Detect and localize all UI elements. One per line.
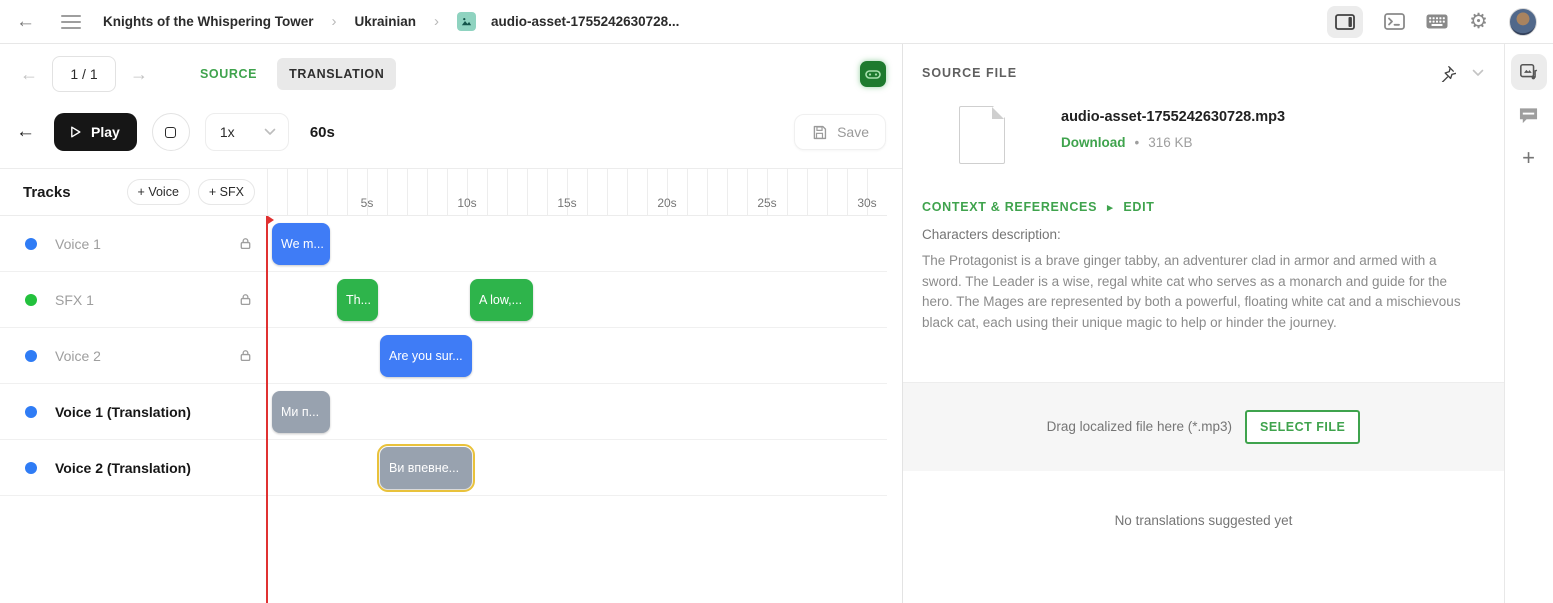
ruler-tick-label: 10s bbox=[457, 196, 476, 210]
panel-title: SOURCE FILE bbox=[922, 66, 1017, 80]
timeline-editor: ← 1 / 1 → SOURCE TRANSLATION ← Play 1x 6… bbox=[0, 44, 903, 603]
prev-page-icon[interactable]: ← bbox=[16, 64, 42, 85]
right-rail: + bbox=[1505, 44, 1552, 603]
ruler-tick-label: 20s bbox=[657, 196, 676, 210]
add-voice-button[interactable]: + Voice bbox=[127, 179, 190, 205]
plugin-icon[interactable] bbox=[860, 61, 886, 87]
hamburger-menu-icon[interactable] bbox=[61, 15, 81, 29]
tab-source[interactable]: SOURCE bbox=[190, 58, 267, 90]
user-avatar[interactable] bbox=[1509, 8, 1537, 36]
back-icon[interactable]: ← bbox=[16, 11, 35, 33]
editor-toolbar: ← 1 / 1 → SOURCE TRANSLATION bbox=[0, 44, 902, 96]
track-color-dot bbox=[25, 406, 37, 418]
breadcrumb-project[interactable]: Knights of the Whispering Tower bbox=[103, 14, 314, 29]
stop-icon bbox=[165, 127, 176, 138]
timeline-clip[interactable]: Th... bbox=[337, 279, 378, 321]
track-color-dot bbox=[25, 350, 37, 362]
track-name: Voice 2 bbox=[55, 348, 101, 364]
lock-icon[interactable] bbox=[238, 348, 253, 363]
settings-gear-icon[interactable]: ⚙ bbox=[1469, 11, 1488, 32]
exit-editor-icon[interactable]: ← bbox=[16, 121, 35, 143]
save-button[interactable]: Save bbox=[794, 114, 886, 150]
page-indicator-value: 1 / 1 bbox=[70, 66, 97, 82]
context-references-link[interactable]: CONTEXT & REFERENCES bbox=[922, 200, 1097, 214]
play-button[interactable]: Play bbox=[54, 113, 137, 151]
stop-button[interactable] bbox=[152, 113, 190, 151]
timeline-clip[interactable]: Ми п... bbox=[272, 391, 330, 433]
collapse-chevron-icon[interactable] bbox=[1472, 69, 1484, 77]
panel-toggle-icon[interactable] bbox=[1327, 6, 1363, 38]
save-button-label: Save bbox=[837, 124, 869, 140]
chevron-down-icon bbox=[264, 128, 276, 136]
tracks-area: Tracks + Voice + SFX 5s 10s 15s 20s 25s 30s V… bbox=[0, 168, 902, 603]
play-icon bbox=[67, 124, 83, 140]
track-name: Voice 2 (Translation) bbox=[55, 460, 191, 476]
playback-speed-value: 1x bbox=[220, 124, 235, 140]
clips-layer: We m...Th... A low,... Are you sur... Ми п.… bbox=[267, 216, 887, 603]
characters-description-text: The Protagonist is a brave ginger tabby,… bbox=[903, 242, 1504, 334]
timeline-clip[interactable]: A low,... bbox=[470, 279, 533, 321]
source-file-card: audio-asset-1755242630728.mp3 Download •… bbox=[903, 88, 1504, 172]
file-name: audio-asset-1755242630728.mp3 bbox=[1061, 109, 1285, 125]
track-color-dot bbox=[25, 294, 37, 306]
breadcrumb-separator: › bbox=[332, 13, 337, 30]
topbar: ← Knights of the Whispering Tower › Ukra… bbox=[0, 0, 1553, 44]
save-icon bbox=[811, 124, 828, 141]
total-duration: 60s bbox=[310, 124, 335, 141]
tracks-title: Tracks bbox=[23, 184, 71, 201]
breadcrumb-separator: › bbox=[434, 13, 439, 30]
next-page-icon[interactable]: → bbox=[126, 64, 152, 85]
track-color-dot bbox=[25, 238, 37, 250]
edit-link[interactable]: EDIT bbox=[1123, 200, 1154, 214]
tab-translation[interactable]: TRANSLATION bbox=[277, 58, 396, 90]
select-file-button[interactable]: SELECT FILE bbox=[1245, 410, 1360, 444]
media-panel-icon[interactable] bbox=[1511, 54, 1547, 90]
ruler-tick-label: 15s bbox=[557, 196, 576, 210]
asset-thumbnail-icon bbox=[457, 12, 476, 31]
meta-separator: • bbox=[1135, 135, 1140, 150]
dropzone-hint: Drag localized file here (*.mp3) bbox=[1047, 419, 1232, 434]
playback-speed-select[interactable]: 1x bbox=[205, 113, 289, 151]
lock-icon[interactable] bbox=[238, 292, 253, 307]
localized-file-dropzone[interactable]: Drag localized file here (*.mp3) SELECT … bbox=[903, 382, 1504, 471]
breadcrumb-asset[interactable]: audio-asset-1755242630728... bbox=[491, 14, 679, 29]
file-size: 316 KB bbox=[1148, 135, 1192, 150]
playhead[interactable] bbox=[266, 216, 268, 603]
source-file-panel: SOURCE FILE audio-asset-1755242630728.mp… bbox=[903, 44, 1505, 603]
ruler-tick-label: 5s bbox=[361, 196, 374, 210]
pin-icon[interactable] bbox=[1438, 64, 1456, 82]
add-sfx-button[interactable]: + SFX bbox=[198, 179, 255, 205]
timeline-clip[interactable]: We m... bbox=[272, 223, 330, 265]
caret-right-icon: ▸ bbox=[1107, 201, 1113, 214]
ruler-tick-label: 25s bbox=[757, 196, 776, 210]
timeline-clip[interactable]: Are you sur... bbox=[380, 335, 472, 377]
play-button-label: Play bbox=[91, 124, 120, 140]
page-indicator: 1 / 1 bbox=[52, 56, 116, 92]
ruler-tick-label: 30s bbox=[857, 196, 876, 210]
track-name: Voice 1 bbox=[55, 236, 101, 252]
track-name: SFX 1 bbox=[55, 292, 94, 308]
terminal-icon[interactable] bbox=[1384, 13, 1405, 30]
track-name: Voice 1 (Translation) bbox=[55, 404, 191, 420]
topbar-actions: ⚙ bbox=[1327, 6, 1537, 38]
track-color-dot bbox=[25, 462, 37, 474]
tracks-header: Tracks + Voice + SFX 5s 10s 15s 20s 25s 30s bbox=[0, 169, 887, 216]
no-translations-message: No translations suggested yet bbox=[903, 513, 1504, 528]
file-icon bbox=[959, 106, 1005, 164]
lock-icon[interactable] bbox=[238, 236, 253, 251]
keyboard-icon[interactable] bbox=[1426, 14, 1448, 29]
timeline-clip[interactable]: Ви впевне... bbox=[380, 447, 472, 489]
player-controls: ← Play 1x 60s Save bbox=[0, 96, 902, 168]
characters-description-label: Characters description: bbox=[903, 214, 1504, 242]
download-link[interactable]: Download bbox=[1061, 135, 1126, 150]
comments-icon[interactable] bbox=[1518, 106, 1539, 125]
timeline-ruler[interactable]: 5s 10s 15s 20s 25s 30s bbox=[267, 169, 887, 215]
add-panel-icon[interactable]: + bbox=[1522, 147, 1535, 169]
breadcrumb-language[interactable]: Ukrainian bbox=[355, 14, 417, 29]
